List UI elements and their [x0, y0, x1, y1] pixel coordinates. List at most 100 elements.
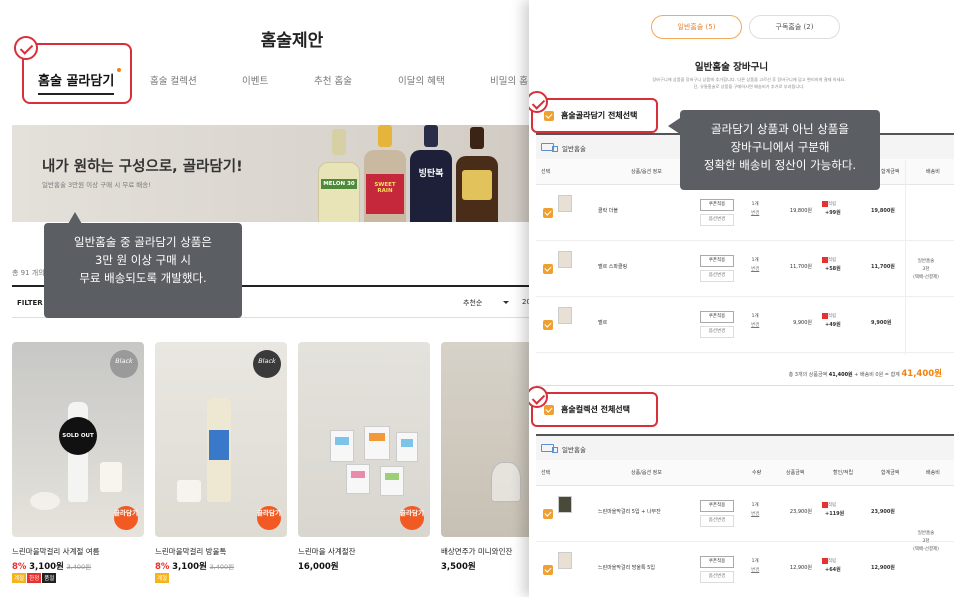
qty-change-link[interactable]: 변경	[751, 323, 759, 328]
select-all-label[interactable]: 홈술골라담기 전체선택	[561, 110, 637, 121]
delivery-group-header: 일반홈술	[536, 434, 954, 460]
product-name[interactable]: 느린마을 사계절잔	[298, 546, 356, 557]
points-label: 적립	[827, 503, 837, 508]
tab-general-cart[interactable]: 일반홈술 (5)	[651, 15, 742, 39]
col-discount: 할인/적립	[833, 470, 854, 476]
points-label: 적립	[827, 559, 837, 564]
coupon-button[interactable]: 쿠폰적용	[700, 556, 734, 568]
row-checkbox[interactable]	[543, 320, 553, 330]
qty-change-link[interactable]: 변경	[751, 267, 759, 272]
tab-collection[interactable]: 홈술 컬렉션	[150, 73, 197, 87]
price: 3,100원	[172, 562, 207, 572]
qty-value: 1개	[751, 202, 759, 207]
points-value: +58원	[825, 266, 841, 272]
points-value: +49원	[825, 322, 841, 328]
row-product-name[interactable]: 벨르 스파클링	[598, 263, 627, 270]
tab-recommend[interactable]: 추천 홈술	[314, 73, 352, 87]
promo-banner[interactable]: 내가 원하는 구성으로, 골라담기! 일반홈술 3만원 이상 구매 시 무료 배…	[12, 125, 560, 222]
row-checkbox[interactable]	[543, 565, 553, 575]
option-change-button[interactable]: 옵션변경	[700, 214, 734, 226]
bottle-image	[456, 156, 498, 222]
check-icon	[14, 36, 38, 60]
qty-value: 1개	[751, 314, 759, 319]
row-sum: 11,700원	[871, 264, 895, 270]
product-name[interactable]: 느린마을막걸리 방울톡	[155, 546, 226, 557]
row-checkbox[interactable]	[543, 264, 553, 274]
product-card[interactable]: Black 골라담기 느린마을막걸리 방울톡 8% 3,100원 3,400원 …	[155, 342, 287, 583]
old-price: 3,400원	[66, 563, 92, 571]
cart-title: 일반홈술 장바구니	[694, 62, 769, 73]
points-value: +99원	[825, 210, 841, 216]
bottle-label: 빙탄복	[418, 169, 444, 179]
glass-image	[100, 462, 122, 492]
product-card[interactable]: 골라담기 느린마을 사계절잔 16,000원	[298, 342, 430, 572]
option-change-button[interactable]: 옵션변경	[700, 571, 734, 583]
collect-badge: 골라담기	[400, 506, 424, 530]
coupon-button[interactable]: 쿠폰적용	[700, 255, 734, 267]
product-card[interactable]: Black SOLD OUT 골라담기 느린마을막걸리 사계절 여름 8% 3,…	[12, 342, 144, 583]
tag-list: 계절	[155, 573, 170, 583]
total-sum: 41,400원	[901, 369, 942, 379]
sort-select[interactable]: 추천순	[463, 298, 482, 308]
annotation-tooltip: 골라담기 상품과 아닌 상품을 장바구니에서 구분해 정확한 배송비 정산이 가…	[680, 110, 880, 190]
coupon-button[interactable]: 쿠폰적용	[700, 199, 734, 211]
product-name[interactable]: 느린마을막걸리 사계절 여름	[12, 546, 100, 557]
row-product-name[interactable]: 느린마을막걸리 방울톡 5입	[598, 564, 655, 571]
option-change-button[interactable]: 옵션변경	[700, 270, 734, 282]
cart-total-bar: 총 3개의 상품금액 41,400원 + 배송비 0원 = 합계 41,400원	[536, 356, 954, 386]
points-value: +64원	[825, 567, 841, 573]
glass-image	[177, 480, 201, 502]
col-total: 합계금액	[881, 169, 900, 175]
tooltip-line: 일반홈술 중 골라담기 상품은	[74, 235, 212, 249]
tag-list: 계절 한정 품절	[12, 573, 57, 583]
product-name[interactable]: 배상면주가 미니와인잔	[441, 546, 512, 557]
col-shipping: 배송비	[926, 470, 940, 476]
table-row: 벨르 쿠폰적용 옵션변경 1개 변경 9,900원 적립 +49원 9,900원	[536, 297, 954, 353]
coupon-button[interactable]: 쿠폰적용	[700, 311, 734, 323]
row-points: 적립 +49원	[825, 312, 841, 330]
row-checkbox[interactable]	[543, 509, 553, 519]
annotation-highlight	[22, 43, 132, 104]
row-checkbox[interactable]	[543, 208, 553, 218]
bottle-image: 빙탄복	[410, 150, 452, 222]
row-price: 9,900원	[793, 320, 812, 326]
ship-type: 일반홈술	[917, 259, 935, 264]
qty-value: 1개	[751, 258, 759, 263]
tab-event[interactable]: 이벤트	[242, 73, 268, 87]
annotation-tooltip: 일반홈술 중 골라담기 상품은 3만 원 이상 구매 시 무료 배송되도록 개발…	[44, 223, 242, 318]
banner-subtitle: 일반홈술 3만원 이상 구매 시 무료 배송!	[42, 181, 151, 189]
tooltip-line: 골라담기 상품과 아닌 상품을	[711, 122, 849, 136]
total-prefix: 총 3개의 상품금액	[788, 372, 828, 378]
black-badge: Black	[110, 350, 138, 378]
tab-secret[interactable]: 비밀의 홈	[490, 73, 528, 87]
glass-image	[346, 464, 370, 494]
select-all-checkbox[interactable]	[544, 405, 554, 415]
row-product-name[interactable]: 느린마을막걸리 5입 + 나무잔	[598, 508, 661, 515]
option-change-button[interactable]: 옵션변경	[700, 515, 734, 527]
qty-change-link[interactable]: 변경	[751, 568, 759, 573]
tab-monthly-benefit[interactable]: 이달의 혜택	[398, 73, 445, 87]
select-all-label[interactable]: 홈술컬렉션 전체선택	[561, 404, 630, 415]
qty-change-link[interactable]: 변경	[751, 211, 759, 216]
quantity: 1개변경	[751, 200, 759, 218]
tab-subscription-cart[interactable]: 구독홈술 (2)	[749, 15, 840, 39]
shipping-fee: 일반홈술 3천 (택배-선결제)	[906, 530, 946, 554]
points-label: 적립	[827, 314, 837, 319]
ship-type: 일반홈술	[917, 531, 935, 536]
row-product-name[interactable]: 클락 더블	[598, 207, 618, 214]
row-product-name[interactable]: 벨르	[598, 319, 607, 326]
collect-badge: 골라담기	[257, 506, 281, 530]
tag-season: 계절	[155, 573, 170, 583]
filter-button[interactable]: FILTER	[17, 299, 43, 307]
coupon-button[interactable]: 쿠폰적용	[700, 500, 734, 512]
chevron-down-icon	[503, 301, 509, 304]
qty-change-link[interactable]: 변경	[751, 512, 759, 517]
tooltip-line: 무료 배송되도록 개발했다.	[79, 271, 207, 285]
product-count: 총 91 개의	[12, 269, 45, 277]
row-price: 19,800원	[789, 208, 812, 214]
row-points: 적립 +119원	[825, 501, 844, 519]
coral-image	[30, 492, 60, 510]
option-change-button[interactable]: 옵션변경	[700, 326, 734, 338]
select-all-checkbox[interactable]	[544, 111, 554, 121]
table-row: 느린마을막걸리 방울톡 5입 쿠폰적용 옵션변경 1개 변경 12,900원 적립…	[536, 542, 954, 597]
